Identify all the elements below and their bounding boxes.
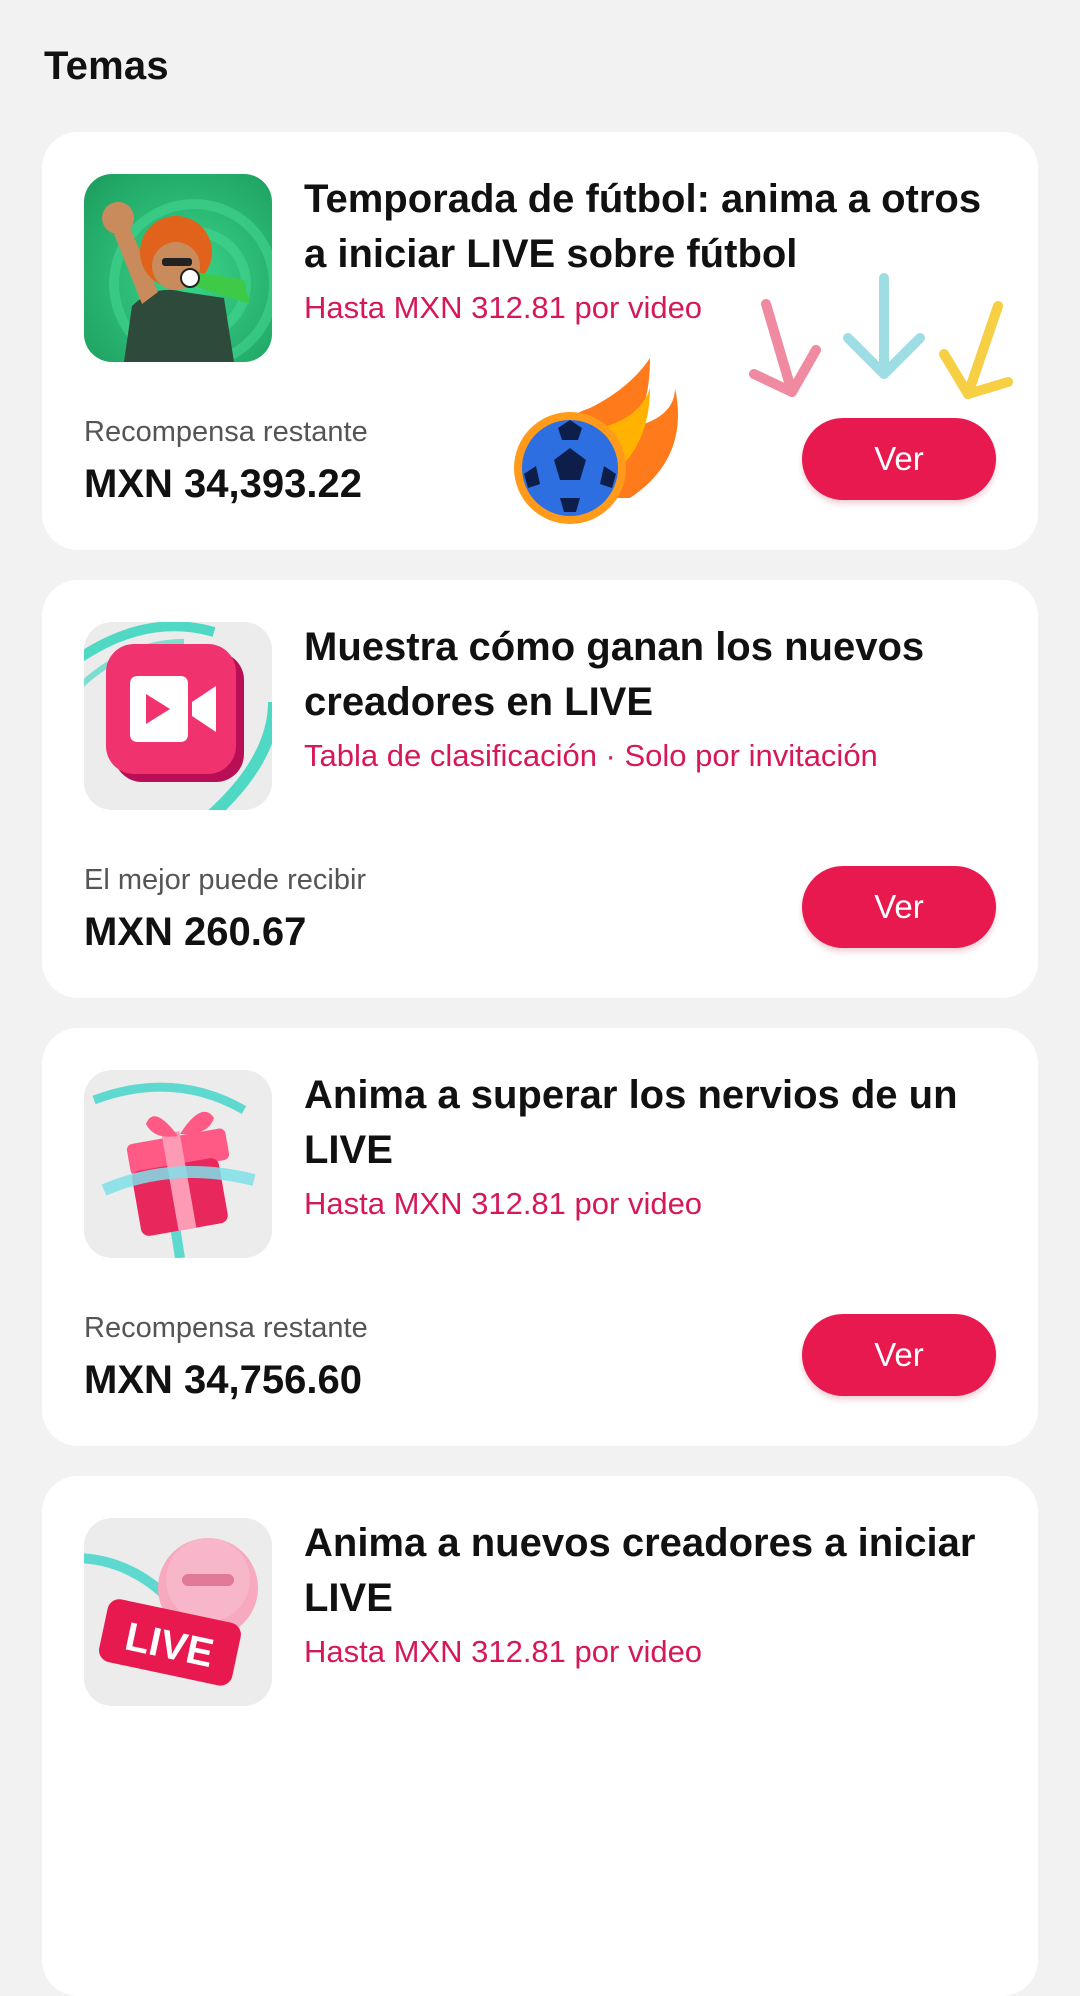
view-button[interactable]: Ver	[802, 418, 996, 500]
reward-value: MXN 260.67	[84, 910, 307, 954]
video-camera-icon	[84, 622, 272, 810]
blue-arrow-icon	[840, 270, 928, 388]
view-button[interactable]: Ver	[802, 1314, 996, 1396]
topic-subtitle: Hasta MXN 312.81 por video	[304, 1634, 703, 1669]
reward-label: El mejor puede recibir	[84, 864, 367, 896]
reward-value: MXN 34,393.22	[84, 462, 362, 506]
pink-arrow-icon	[748, 296, 828, 406]
yellow-arrow-icon	[934, 298, 1014, 408]
flaming-soccer-ball-icon	[500, 348, 690, 538]
topic-card-new-creators-live[interactable]: LIVE Anima a nuevos creadores a iniciar …	[42, 1476, 1038, 1996]
view-button[interactable]: Ver	[802, 866, 996, 948]
topic-card-overcome-nerves[interactable]: Anima a superar los nervios de un LIVE H…	[42, 1028, 1038, 1446]
football-fan-icon	[84, 174, 272, 362]
topic-title: Anima a nuevos creadores a iniciar LIVE	[304, 1521, 976, 1620]
topic-subtitle: Hasta MXN 312.81 por video	[304, 1186, 703, 1221]
topic-card-new-creators-earnings[interactable]: Muestra cómo ganan los nuevos creadores …	[42, 580, 1038, 998]
topic-title: Muestra cómo ganan los nuevos creadores …	[304, 625, 925, 724]
topic-title: Anima a superar los nervios de un LIVE	[304, 1073, 958, 1172]
topic-subtitle: Tabla de clasificación · Solo por invita…	[304, 738, 878, 773]
reward-label: Recompensa restante	[84, 1312, 368, 1344]
reward-label: Recompensa restante	[84, 416, 368, 448]
gift-box-icon	[84, 1070, 272, 1258]
section-title: Temas	[44, 44, 169, 88]
topic-title: Temporada de fútbol: anima a otros a ini…	[304, 177, 982, 276]
reward-value: MXN 34,756.60	[84, 1358, 362, 1402]
live-badge-icon: LIVE	[84, 1518, 272, 1706]
